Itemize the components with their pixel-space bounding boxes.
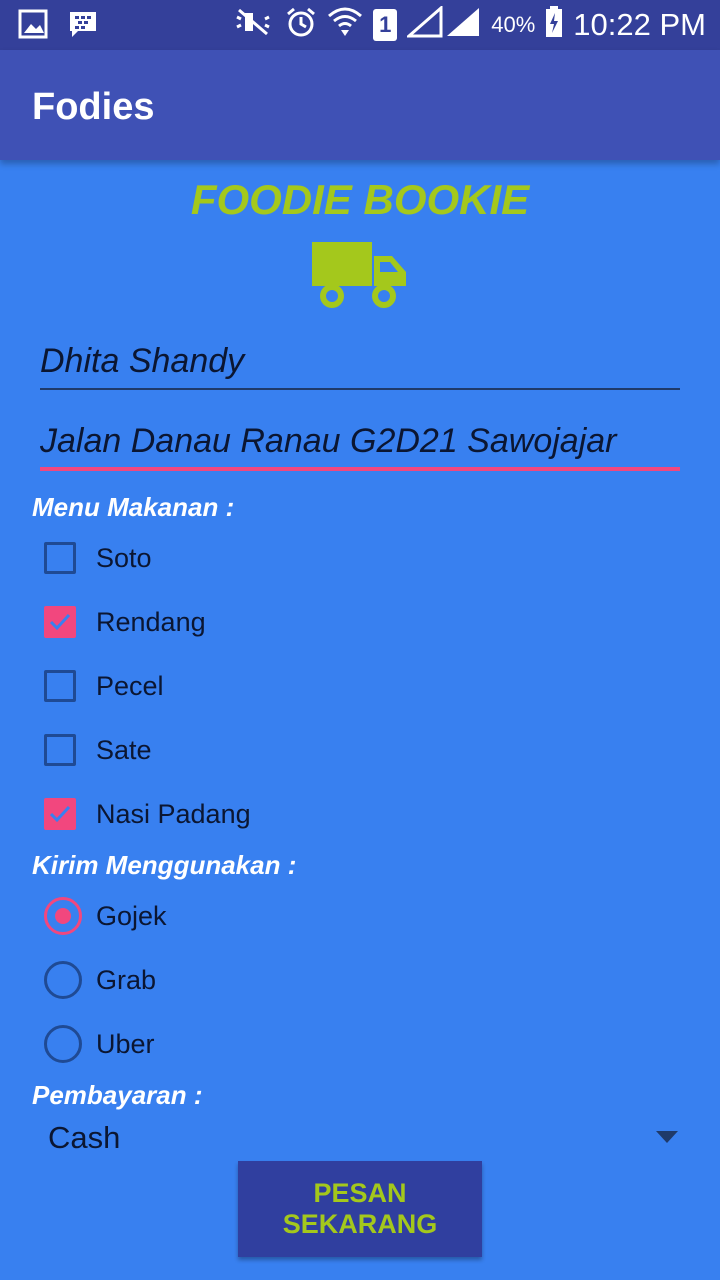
menu-option-nasi-padang[interactable]: Nasi Padang	[44, 794, 251, 834]
wifi-icon	[327, 6, 363, 43]
alarm-icon	[285, 6, 317, 43]
radio-icon[interactable]	[44, 961, 82, 999]
gallery-icon	[18, 9, 48, 44]
menu-option-rendang[interactable]: Rendang	[44, 602, 206, 642]
checkbox-icon[interactable]	[44, 734, 76, 766]
app-title: Fodies	[32, 86, 155, 128]
app-bar: Fodies	[0, 50, 720, 160]
order-now-button[interactable]: PESAN SEKARANG	[238, 1161, 482, 1257]
name-input[interactable]	[40, 342, 680, 381]
delivery-option-label: Uber	[96, 1028, 155, 1059]
menu-option-label: Rendang	[96, 606, 206, 637]
radio-selected-icon[interactable]	[44, 897, 82, 935]
battery-percent: 40%	[491, 11, 536, 37]
checkbox-icon[interactable]	[44, 542, 76, 574]
menu-section-label: Menu Makanan :	[32, 492, 235, 522]
radio-icon[interactable]	[44, 1025, 82, 1063]
clock: 10:22 PM	[573, 6, 706, 42]
name-field[interactable]	[40, 342, 680, 381]
delivery-option-gojek[interactable]: Gojek	[44, 896, 167, 936]
address-field-underline	[40, 467, 680, 471]
menu-option-soto[interactable]: Soto	[44, 538, 152, 578]
sim-slot-icon: 1	[373, 8, 398, 41]
address-field[interactable]	[40, 422, 680, 461]
delivery-option-label: Grab	[96, 964, 157, 995]
delivery-option-grab[interactable]: Grab	[44, 960, 156, 1000]
delivery-option-label: Gojek	[96, 900, 167, 931]
mute-icon	[231, 7, 275, 42]
payment-spinner[interactable]: Cash	[32, 1112, 688, 1162]
name-field-underline	[40, 388, 680, 390]
address-input[interactable]	[40, 422, 680, 461]
delivery-option-uber[interactable]: Uber	[44, 1024, 155, 1064]
menu-option-sate[interactable]: Sate	[44, 730, 152, 770]
menu-option-label: Pecel	[96, 670, 164, 701]
checkbox-icon[interactable]	[44, 670, 76, 702]
truck-icon	[312, 240, 408, 315]
menu-option-pecel[interactable]: Pecel	[44, 666, 164, 706]
menu-option-label: Nasi Padang	[96, 798, 251, 829]
status-bar: 1 40% 10:22 PM	[0, 0, 720, 50]
dropdown-arrow-icon[interactable]	[656, 1130, 678, 1148]
delivery-section-label: Kirim Menggunakan :	[32, 850, 297, 880]
signal-icon	[405, 4, 481, 43]
menu-option-label: Soto	[96, 542, 152, 573]
checkbox-checked-icon[interactable]	[44, 798, 76, 830]
bbm-icon	[68, 9, 98, 44]
payment-selected-value: Cash	[48, 1120, 121, 1155]
brand-title: FOODIE BOOKIE	[190, 176, 530, 223]
battery-charging-icon	[545, 6, 563, 43]
menu-option-label: Sate	[96, 734, 152, 765]
checkbox-checked-icon[interactable]	[44, 606, 76, 638]
payment-section-label: Pembayaran :	[32, 1080, 203, 1110]
